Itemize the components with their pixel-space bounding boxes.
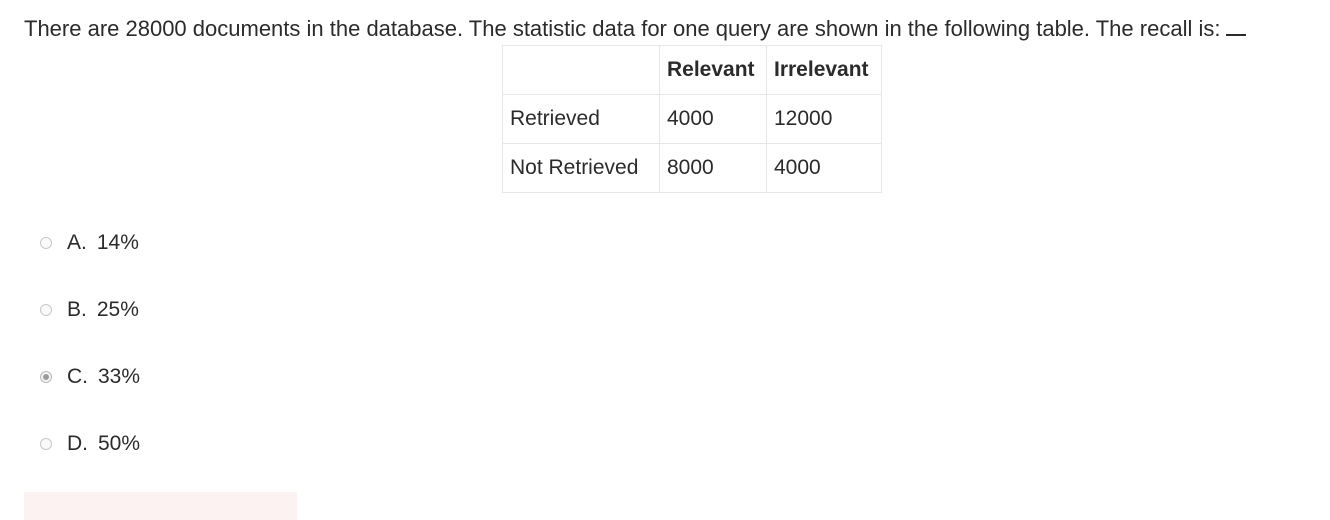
answer-blank xyxy=(1226,20,1247,36)
row-label-retrieved: Retrieved xyxy=(502,94,660,144)
option-d-letter: D. xyxy=(67,432,88,455)
table-row: Retrieved 4000 12000 xyxy=(502,94,882,144)
option-d-text: 50% xyxy=(98,432,141,455)
cell-retrieved-irrelevant: 12000 xyxy=(766,94,882,144)
radio-button-d[interactable] xyxy=(40,438,52,450)
statistics-table: Relevant Irrelevant Retrieved 4000 12000… xyxy=(502,45,882,193)
option-b-letter: B. xyxy=(67,298,87,321)
option-a[interactable]: A. 14% xyxy=(40,228,140,258)
table-header-relevant: Relevant xyxy=(659,45,767,95)
option-c-letter: C. xyxy=(67,365,88,388)
option-d[interactable]: D. 50% xyxy=(40,429,140,459)
question-prompt: There are 28000 documents in the databas… xyxy=(24,16,1221,41)
question-text: There are 28000 documents in the databas… xyxy=(24,14,1247,44)
table-header-irrelevant: Irrelevant xyxy=(766,45,882,95)
option-b-text: 25% xyxy=(96,298,139,321)
table-header-empty xyxy=(502,45,660,95)
quiz-page: There are 28000 documents in the databas… xyxy=(0,0,1330,520)
answer-options: A. 14% B. 25% C. 33% D. 50% xyxy=(40,228,140,496)
radio-button-a[interactable] xyxy=(40,237,52,249)
table-header-row: Relevant Irrelevant xyxy=(502,45,882,95)
option-a-text: 14% xyxy=(96,231,139,254)
row-label-not-retrieved: Not Retrieved xyxy=(502,143,660,193)
option-a-letter: A. xyxy=(67,231,87,254)
cell-retrieved-relevant: 4000 xyxy=(659,94,767,144)
radio-button-c-selected[interactable] xyxy=(40,371,52,383)
option-c[interactable]: C. 33% xyxy=(40,362,140,392)
option-b[interactable]: B. 25% xyxy=(40,295,140,325)
radio-button-b[interactable] xyxy=(40,304,52,316)
table-row: Not Retrieved 8000 4000 xyxy=(502,143,882,193)
option-c-text: 33% xyxy=(98,365,141,388)
cell-not-retrieved-irrelevant: 4000 xyxy=(766,143,882,193)
feedback-bar xyxy=(24,492,297,520)
cell-not-retrieved-relevant: 8000 xyxy=(659,143,767,193)
